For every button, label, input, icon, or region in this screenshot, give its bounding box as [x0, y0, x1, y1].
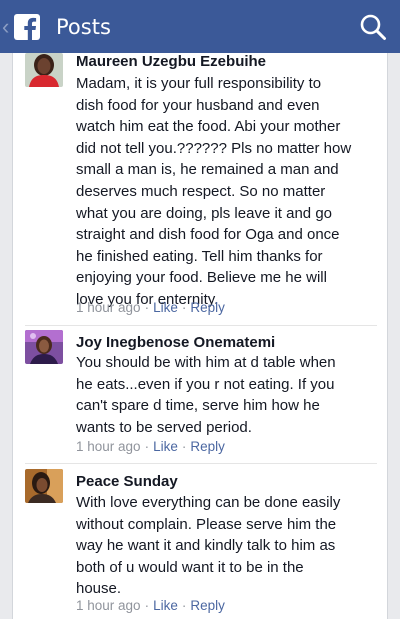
comment-meta: 1 hour ago · Like · Reply: [76, 598, 225, 613]
like-button[interactable]: Like: [153, 439, 178, 454]
separator-dot: ·: [144, 598, 150, 613]
page-title: Posts: [56, 14, 111, 39]
like-button[interactable]: Like: [153, 598, 178, 613]
comment-text: With love everything can be done easily …: [76, 494, 341, 598]
divider: [25, 463, 377, 464]
back-chevron-icon[interactable]: ‹: [2, 15, 12, 38]
search-icon[interactable]: [358, 12, 388, 42]
comment-meta: 1 hour ago · Like · Reply: [76, 300, 225, 315]
comment-author[interactable]: Joy Inegbenose Onematemi: [76, 334, 382, 351]
comment-timestamp: 1 hour ago: [76, 439, 141, 454]
comment-timestamp: 1 hour ago: [76, 598, 141, 613]
reply-button[interactable]: Reply: [190, 439, 225, 454]
avatar[interactable]: [25, 330, 63, 364]
reply-button[interactable]: Reply: [190, 598, 225, 613]
facebook-logo-icon[interactable]: [14, 13, 40, 40]
separator-dot: ·: [181, 300, 187, 315]
comment-author[interactable]: Maureen Uzegbu Ezebuihe: [76, 53, 382, 70]
separator-dot: ·: [181, 439, 187, 454]
comment-author[interactable]: Peace Sunday: [76, 473, 382, 490]
divider: [25, 325, 377, 326]
separator-dot: ·: [144, 439, 150, 454]
avatar[interactable]: [25, 469, 63, 503]
top-bar: ‹ Posts: [0, 0, 400, 53]
separator-dot: ·: [181, 598, 187, 613]
reply-button[interactable]: Reply: [190, 300, 225, 315]
avatar[interactable]: [25, 53, 63, 87]
comment-text: Madam, it is your full responsibility to…: [76, 75, 352, 308]
like-button[interactable]: Like: [153, 300, 178, 315]
comment-text: You should be with him at d table when h…: [76, 354, 336, 436]
comment-timestamp: 1 hour ago: [76, 300, 141, 315]
comment-meta: 1 hour ago · Like · Reply: [76, 439, 225, 454]
separator-dot: ·: [144, 300, 150, 315]
comments-feed: Maureen Uzegbu Ezebuihe Madam, it is you…: [12, 53, 388, 619]
